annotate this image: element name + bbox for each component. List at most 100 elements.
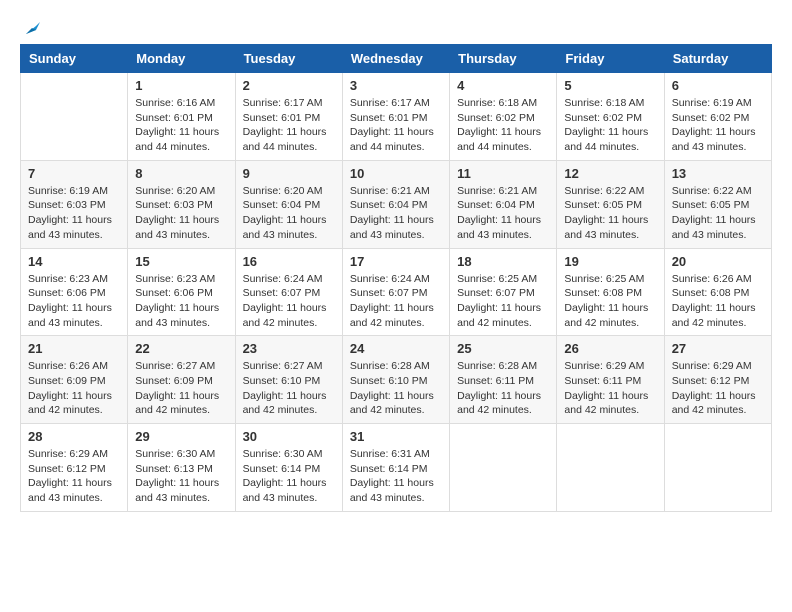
day-number: 16 xyxy=(243,254,335,269)
day-info: Sunrise: 6:24 AMSunset: 6:07 PMDaylight:… xyxy=(350,272,442,331)
day-info: Sunrise: 6:20 AMSunset: 6:04 PMDaylight:… xyxy=(243,184,335,243)
day-number: 12 xyxy=(564,166,656,181)
day-info: Sunrise: 6:31 AMSunset: 6:14 PMDaylight:… xyxy=(350,447,442,506)
calendar-cell: 9 Sunrise: 6:20 AMSunset: 6:04 PMDaylight… xyxy=(235,160,342,248)
calendar-cell: 5Sunrise: 6:18 AMSunset: 6:02 PMDaylight… xyxy=(557,73,664,161)
day-info: Sunrise: 6:19 AMSunset: 6:02 PMDaylight:… xyxy=(672,96,764,155)
calendar-cell: 12 Sunrise: 6:22 AMSunset: 6:05 PMDayligh… xyxy=(557,160,664,248)
day-number: 3 xyxy=(350,78,442,93)
day-info: Sunrise: 6:20 AMSunset: 6:03 PMDaylight:… xyxy=(135,184,227,243)
calendar-cell: 1 Sunrise: 6:16 AMSunset: 6:01 PMDaylight… xyxy=(128,73,235,161)
day-info: Sunrise: 6:29 AMSunset: 6:11 PMDaylight:… xyxy=(564,359,656,418)
day-number: 31 xyxy=(350,429,442,444)
day-number: 8 xyxy=(135,166,227,181)
calendar-week-4: 21 Sunrise: 6:26 AMSunset: 6:09 PMDayligh… xyxy=(21,336,772,424)
calendar-cell: 23 Sunrise: 6:27 AMSunset: 6:10 PMDayligh… xyxy=(235,336,342,424)
calendar-cell: 24 Sunrise: 6:28 AMSunset: 6:10 PMDayligh… xyxy=(342,336,449,424)
calendar-cell: 26Sunrise: 6:29 AMSunset: 6:11 PMDayligh… xyxy=(557,336,664,424)
calendar-cell: 6 Sunrise: 6:19 AMSunset: 6:02 PMDaylight… xyxy=(664,73,771,161)
weekday-header-monday: Monday xyxy=(128,45,235,73)
calendar-week-5: 28Sunrise: 6:29 AMSunset: 6:12 PMDayligh… xyxy=(21,424,772,512)
calendar-cell: 8 Sunrise: 6:20 AMSunset: 6:03 PMDaylight… xyxy=(128,160,235,248)
day-info: Sunrise: 6:21 AMSunset: 6:04 PMDaylight:… xyxy=(350,184,442,243)
calendar-cell: 10 Sunrise: 6:21 AMSunset: 6:04 PMDayligh… xyxy=(342,160,449,248)
calendar-cell: 21 Sunrise: 6:26 AMSunset: 6:09 PMDayligh… xyxy=(21,336,128,424)
calendar-cell: 16Sunrise: 6:24 AMSunset: 6:07 PMDayligh… xyxy=(235,248,342,336)
calendar-cell: 28Sunrise: 6:29 AMSunset: 6:12 PMDayligh… xyxy=(21,424,128,512)
weekday-header-wednesday: Wednesday xyxy=(342,45,449,73)
calendar-cell: 7Sunrise: 6:19 AMSunset: 6:03 PMDaylight… xyxy=(21,160,128,248)
calendar-table: SundayMondayTuesdayWednesdayThursdayFrid… xyxy=(20,44,772,512)
day-number: 22 xyxy=(135,341,227,356)
calendar-cell xyxy=(21,73,128,161)
day-number: 29 xyxy=(135,429,227,444)
day-info: Sunrise: 6:18 AMSunset: 6:02 PMDaylight:… xyxy=(457,96,549,155)
calendar-cell: 2Sunrise: 6:17 AMSunset: 6:01 PMDaylight… xyxy=(235,73,342,161)
day-info: Sunrise: 6:18 AMSunset: 6:02 PMDaylight:… xyxy=(564,96,656,155)
day-number: 21 xyxy=(28,341,120,356)
day-number: 7 xyxy=(28,166,120,181)
page-header xyxy=(20,20,772,34)
day-info: Sunrise: 6:23 AMSunset: 6:06 PMDaylight:… xyxy=(28,272,120,331)
day-number: 11 xyxy=(457,166,549,181)
day-info: Sunrise: 6:28 AMSunset: 6:11 PMDaylight:… xyxy=(457,359,549,418)
weekday-header-thursday: Thursday xyxy=(450,45,557,73)
day-info: Sunrise: 6:28 AMSunset: 6:10 PMDaylight:… xyxy=(350,359,442,418)
calendar-cell: 31 Sunrise: 6:31 AMSunset: 6:14 PMDayligh… xyxy=(342,424,449,512)
day-number: 13 xyxy=(672,166,764,181)
calendar-cell: 15 Sunrise: 6:23 AMSunset: 6:06 PMDayligh… xyxy=(128,248,235,336)
weekday-header-friday: Friday xyxy=(557,45,664,73)
day-number: 20 xyxy=(672,254,764,269)
calendar-cell xyxy=(664,424,771,512)
day-number: 15 xyxy=(135,254,227,269)
day-info: Sunrise: 6:26 AMSunset: 6:09 PMDaylight:… xyxy=(28,359,120,418)
calendar-cell: 19 Sunrise: 6:25 AMSunset: 6:08 PMDayligh… xyxy=(557,248,664,336)
calendar-cell: 29 Sunrise: 6:30 AMSunset: 6:13 PMDayligh… xyxy=(128,424,235,512)
logo-bird-icon xyxy=(22,20,40,38)
calendar-cell: 4 Sunrise: 6:18 AMSunset: 6:02 PMDaylight… xyxy=(450,73,557,161)
calendar-cell: 25Sunrise: 6:28 AMSunset: 6:11 PMDayligh… xyxy=(450,336,557,424)
calendar-cell: 20 Sunrise: 6:26 AMSunset: 6:08 PMDayligh… xyxy=(664,248,771,336)
calendar-cell: 3Sunrise: 6:17 AMSunset: 6:01 PMDaylight… xyxy=(342,73,449,161)
calendar-cell: 18 Sunrise: 6:25 AMSunset: 6:07 PMDayligh… xyxy=(450,248,557,336)
day-info: Sunrise: 6:25 AMSunset: 6:08 PMDaylight:… xyxy=(564,272,656,331)
day-number: 24 xyxy=(350,341,442,356)
calendar-body: 1 Sunrise: 6:16 AMSunset: 6:01 PMDaylight… xyxy=(21,73,772,512)
day-number: 28 xyxy=(28,429,120,444)
calendar-cell: 13Sunrise: 6:22 AMSunset: 6:05 PMDayligh… xyxy=(664,160,771,248)
weekday-row: SundayMondayTuesdayWednesdayThursdayFrid… xyxy=(21,45,772,73)
day-number: 9 xyxy=(243,166,335,181)
day-info: Sunrise: 6:30 AMSunset: 6:14 PMDaylight:… xyxy=(243,447,335,506)
logo xyxy=(20,20,40,34)
calendar-header: SundayMondayTuesdayWednesdayThursdayFrid… xyxy=(21,45,772,73)
day-info: Sunrise: 6:27 AMSunset: 6:10 PMDaylight:… xyxy=(243,359,335,418)
day-number: 17 xyxy=(350,254,442,269)
calendar-cell: 27Sunrise: 6:29 AMSunset: 6:12 PMDayligh… xyxy=(664,336,771,424)
day-info: Sunrise: 6:26 AMSunset: 6:08 PMDaylight:… xyxy=(672,272,764,331)
day-number: 19 xyxy=(564,254,656,269)
calendar-cell: 17 Sunrise: 6:24 AMSunset: 6:07 PMDayligh… xyxy=(342,248,449,336)
calendar-cell: 11 Sunrise: 6:21 AMSunset: 6:04 PMDayligh… xyxy=(450,160,557,248)
day-info: Sunrise: 6:17 AMSunset: 6:01 PMDaylight:… xyxy=(243,96,335,155)
day-info: Sunrise: 6:21 AMSunset: 6:04 PMDaylight:… xyxy=(457,184,549,243)
calendar-cell xyxy=(450,424,557,512)
day-number: 23 xyxy=(243,341,335,356)
day-info: Sunrise: 6:25 AMSunset: 6:07 PMDaylight:… xyxy=(457,272,549,331)
calendar-cell xyxy=(557,424,664,512)
day-number: 30 xyxy=(243,429,335,444)
day-number: 27 xyxy=(672,341,764,356)
calendar-cell: 14 Sunrise: 6:23 AMSunset: 6:06 PMDayligh… xyxy=(21,248,128,336)
day-number: 6 xyxy=(672,78,764,93)
day-info: Sunrise: 6:16 AMSunset: 6:01 PMDaylight:… xyxy=(135,96,227,155)
day-number: 18 xyxy=(457,254,549,269)
calendar-week-2: 7Sunrise: 6:19 AMSunset: 6:03 PMDaylight… xyxy=(21,160,772,248)
day-number: 14 xyxy=(28,254,120,269)
day-info: Sunrise: 6:22 AMSunset: 6:05 PMDaylight:… xyxy=(564,184,656,243)
day-info: Sunrise: 6:30 AMSunset: 6:13 PMDaylight:… xyxy=(135,447,227,506)
day-number: 10 xyxy=(350,166,442,181)
calendar-cell: 30 Sunrise: 6:30 AMSunset: 6:14 PMDayligh… xyxy=(235,424,342,512)
day-number: 1 xyxy=(135,78,227,93)
day-info: Sunrise: 6:23 AMSunset: 6:06 PMDaylight:… xyxy=(135,272,227,331)
weekday-header-sunday: Sunday xyxy=(21,45,128,73)
day-number: 4 xyxy=(457,78,549,93)
